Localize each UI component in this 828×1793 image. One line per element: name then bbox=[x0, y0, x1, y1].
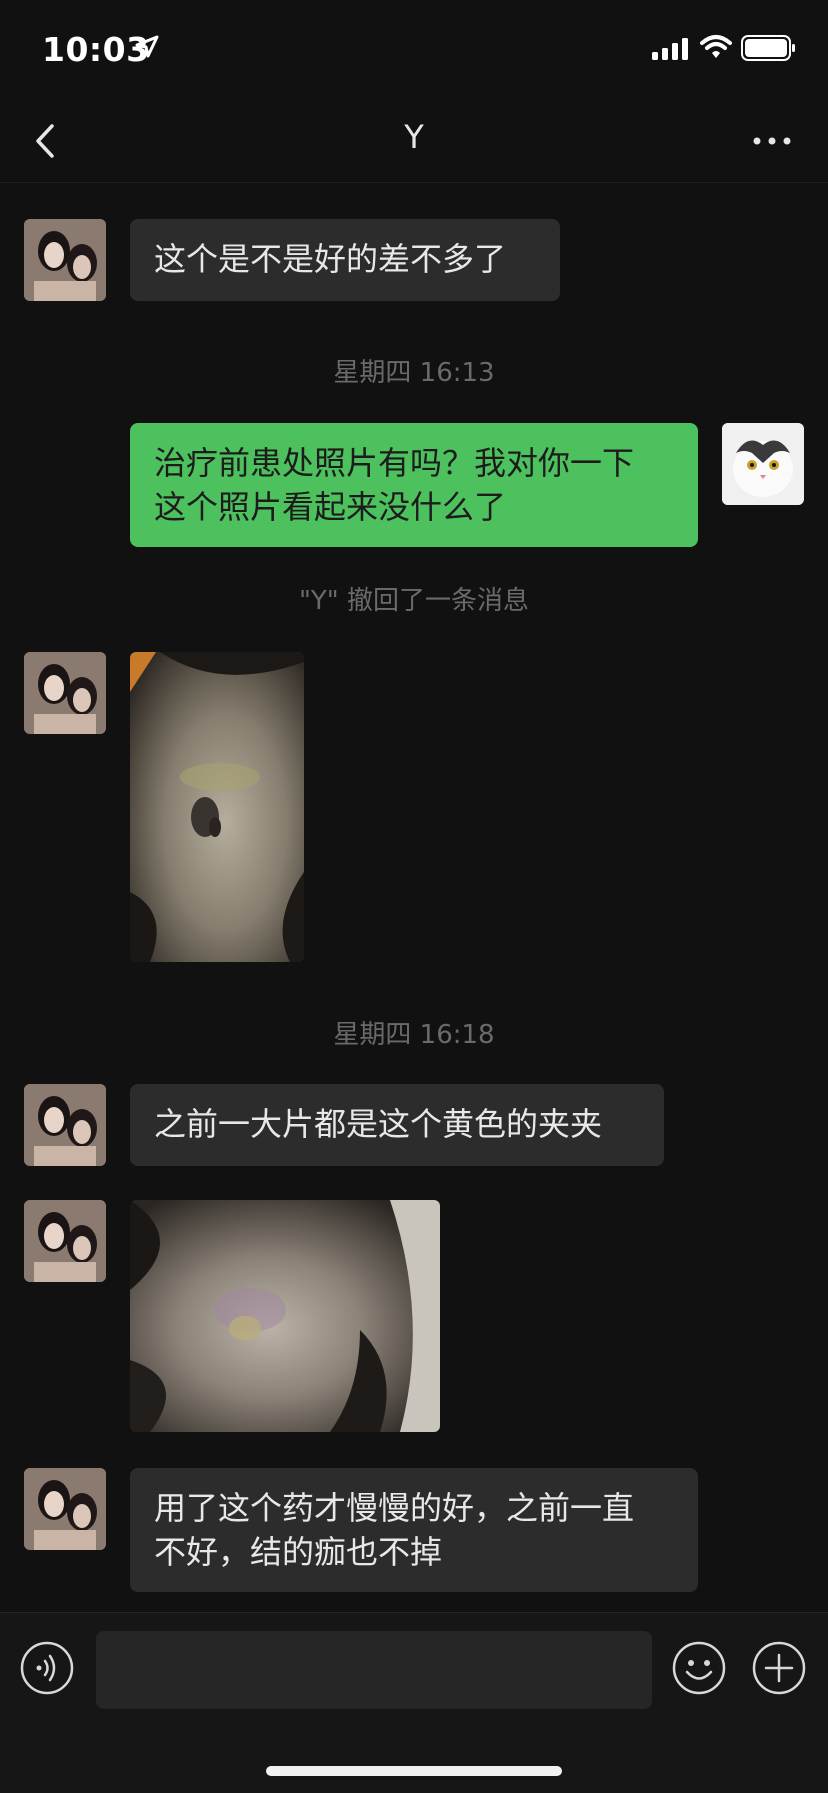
recall-notice: "Y" 撤回了一条消息 bbox=[298, 586, 530, 616]
home-indicator[interactable] bbox=[266, 1766, 562, 1776]
message-bubble-incoming[interactable]: 之前一大片都是这个黄色的夹夹 bbox=[130, 1084, 664, 1166]
contact-avatar[interactable] bbox=[24, 1200, 106, 1282]
contact-avatar[interactable] bbox=[24, 1084, 106, 1166]
voice-icon[interactable] bbox=[20, 1641, 74, 1695]
message-input[interactable] bbox=[96, 1631, 652, 1709]
battery-icon bbox=[741, 35, 795, 61]
location-arrow-icon bbox=[135, 35, 159, 58]
message-bubble-outgoing[interactable]: 治疗前患处照片有吗？我对你一下 这个照片看起来没什么了 bbox=[130, 423, 698, 547]
my-avatar[interactable] bbox=[722, 423, 804, 505]
timestamp: 星期四 16:13 bbox=[333, 358, 495, 388]
contact-avatar[interactable] bbox=[24, 1468, 106, 1550]
image-message[interactable] bbox=[130, 1200, 440, 1432]
more-dots-icon[interactable] bbox=[748, 120, 798, 162]
status-bar: 10:03 bbox=[0, 0, 828, 100]
timestamp: 星期四 16:18 bbox=[333, 1020, 495, 1050]
wifi-icon bbox=[700, 35, 732, 58]
message-bubble-incoming[interactable]: 这个是不是好的差不多了 bbox=[130, 219, 560, 301]
contact-avatar[interactable] bbox=[24, 652, 106, 734]
message-bubble-incoming[interactable]: 用了这个药才慢慢的好，之前一直 不好，结的痂也不掉 bbox=[130, 1468, 698, 1592]
emoji-icon[interactable] bbox=[672, 1641, 726, 1695]
nav-bar: Y bbox=[0, 100, 828, 183]
contact-avatar[interactable] bbox=[24, 219, 106, 301]
signal-icon bbox=[652, 38, 688, 60]
image-message[interactable] bbox=[130, 652, 304, 962]
plus-icon[interactable] bbox=[752, 1641, 806, 1695]
chat-title: Y bbox=[404, 118, 424, 156]
